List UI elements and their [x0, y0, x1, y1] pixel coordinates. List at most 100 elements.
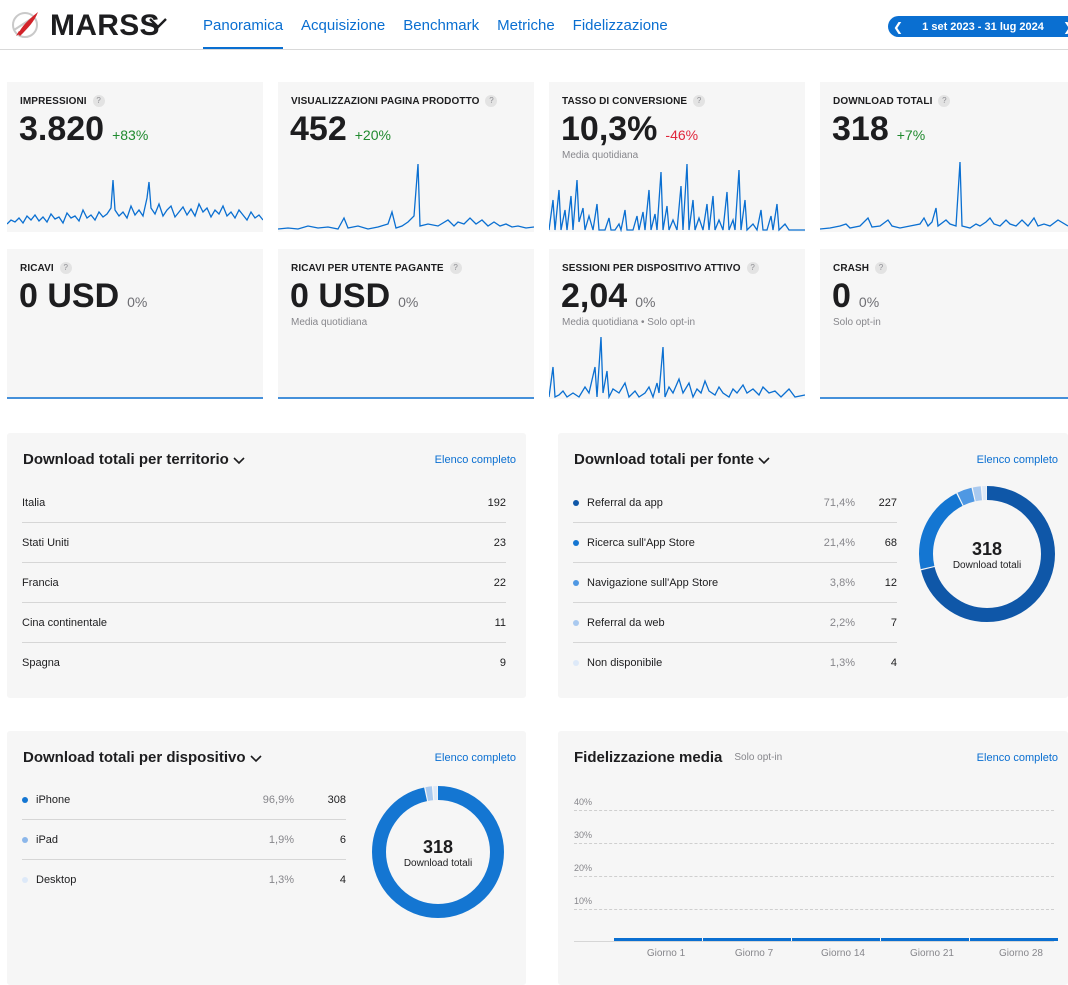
kpi-card-conversion-rate[interactable]: TASSO DI CONVERSIONE? 10,3% -46% Media qu… — [549, 82, 805, 232]
kpi-card-total-downloads[interactable]: DOWNLOAD TOTALI? 318 +7% — [820, 82, 1068, 232]
kpi-value: 452 — [290, 110, 347, 148]
kpi-sparkline — [7, 179, 263, 225]
retention-bar[interactable] — [881, 938, 969, 941]
help-icon[interactable]: ? — [485, 95, 498, 107]
list-item[interactable]: Italia 192 — [22, 483, 506, 523]
legend-dot — [573, 619, 579, 626]
kpi-card-crashes[interactable]: CRASH? 0 0% Solo opt-in — [820, 249, 1068, 399]
kpi-card-revenue-per-paying-user[interactable]: RICAVI PER UTENTE PAGANTE? 0 USD 0% Media… — [278, 249, 534, 399]
kpi-value: 0 — [832, 277, 851, 315]
kpi-sparkline — [820, 161, 1068, 230]
list-item[interactable]: Spagna 9 — [22, 643, 506, 683]
date-range-label[interactable]: 1 set 2023 - 31 lug 2024 — [908, 21, 1058, 33]
device-donut-chart[interactable]: 318 Download totali — [371, 785, 505, 919]
chevron-down-icon[interactable] — [233, 455, 245, 465]
list-item[interactable]: Ricerca sull'App Store 21,4% 68 — [573, 523, 897, 563]
list-item[interactable]: Referral da web 2,2% 7 — [573, 603, 897, 643]
kpi-sparkline — [278, 397, 534, 399]
list-item[interactable]: Stati Uniti 23 — [22, 523, 506, 563]
donut-total: 318 — [423, 837, 453, 857]
panel-subtitle: Solo opt-in — [734, 752, 783, 763]
donut-caption: Download totali — [953, 560, 1021, 571]
kpi-card-sessions-per-device[interactable]: SESSIONI PER DISPOSITIVO ATTIVO? 2,04 0% … — [549, 249, 805, 399]
previous-period-icon[interactable]: ❮ — [888, 20, 908, 34]
main-tabs: Panoramica Acquisizione Benchmark Metric… — [203, 17, 668, 49]
list-item[interactable]: Referral da app 71,4% 227 — [573, 483, 897, 523]
tab-panoramica[interactable]: Panoramica — [203, 17, 284, 49]
kpi-sparkline — [549, 336, 805, 399]
legend-dot — [22, 796, 28, 803]
help-icon[interactable]: ? — [693, 95, 706, 107]
list-item[interactable]: Non disponibile 1,3% 4 — [573, 643, 897, 683]
kpi-sparkline — [278, 163, 534, 230]
panel-title: Download totali per territorio — [23, 451, 229, 468]
kpi-delta: +83% — [112, 127, 149, 143]
kpi-label: TASSO DI CONVERSIONE — [562, 95, 688, 107]
kpi-value: 0 USD — [19, 277, 120, 315]
next-period-icon[interactable]: ❯ — [1058, 20, 1068, 34]
tab-acquisizione[interactable]: Acquisizione — [301, 17, 385, 49]
full-list-link[interactable]: Elenco completo — [435, 454, 516, 466]
help-icon[interactable]: ? — [449, 262, 462, 274]
y-tick-label: 10% — [574, 896, 593, 906]
kpi-sparkline — [7, 397, 263, 399]
help-icon[interactable]: ? — [92, 95, 105, 107]
source-donut-chart[interactable]: 318 Download totali — [918, 485, 1056, 623]
list-item[interactable]: iPad 1,9% 6 — [22, 820, 346, 860]
marss-rocket-logo-icon[interactable] — [8, 8, 42, 42]
list-item[interactable]: iPhone 96,9% 308 — [22, 780, 346, 820]
device-panel: Download totali per dispositivo Elenco c… — [7, 731, 526, 985]
help-icon[interactable]: ? — [746, 262, 759, 274]
grid-line — [574, 843, 1054, 844]
kpi-label: DOWNLOAD TOTALI — [833, 95, 933, 107]
kpi-card-impressions[interactable]: IMPRESSIONI? 3.820 +83% — [7, 82, 263, 232]
kpi-delta: +20% — [354, 127, 391, 143]
tab-metriche[interactable]: Metriche — [497, 17, 555, 49]
list-item[interactable]: Desktop 1,3% 4 — [22, 860, 346, 900]
full-list-link[interactable]: Elenco completo — [977, 454, 1058, 466]
list-item[interactable]: Francia 22 — [22, 563, 506, 603]
kpi-value: 318 — [832, 110, 889, 148]
kpi-label: IMPRESSIONI — [20, 95, 87, 107]
kpi-delta: +7% — [896, 127, 926, 143]
retention-bar[interactable] — [614, 938, 702, 941]
x-tick-label: Giorno 21 — [910, 948, 954, 959]
kpi-label: RICAVI — [20, 262, 54, 274]
kpi-sparkline — [549, 163, 805, 232]
legend-dot — [573, 539, 579, 546]
tab-benchmark[interactable]: Benchmark — [403, 17, 479, 49]
retention-bar[interactable] — [703, 938, 791, 941]
list-item[interactable]: Cina continentale 11 — [22, 603, 506, 643]
kpi-delta: -46% — [665, 127, 699, 143]
tab-fidelizzazione[interactable]: Fidelizzazione — [573, 17, 668, 49]
kpi-value: 0 USD — [290, 277, 391, 315]
kpi-delta: 0% — [635, 294, 656, 310]
x-tick-label: Giorno 28 — [999, 948, 1043, 959]
source-panel: Download totali per fonte Elenco complet… — [558, 433, 1068, 698]
kpi-label: RICAVI PER UTENTE PAGANTE — [291, 262, 444, 274]
kpi-card-revenue[interactable]: RICAVI? 0 USD 0% — [7, 249, 263, 399]
grid-line — [574, 909, 1054, 910]
full-list-link[interactable]: Elenco completo — [977, 752, 1058, 764]
chevron-down-icon[interactable] — [147, 14, 169, 32]
kpi-value: 2,04 — [561, 277, 628, 315]
y-tick-label: 30% — [574, 830, 593, 840]
retention-bar[interactable] — [970, 938, 1058, 941]
date-range-selector: ❮ 1 set 2023 - 31 lug 2024 ❯ — [888, 16, 1068, 37]
retention-bar[interactable] — [792, 938, 880, 941]
kpi-delta: 0% — [127, 294, 148, 310]
panel-title: Download totali per dispositivo — [23, 749, 246, 766]
x-tick-label: Giorno 14 — [821, 948, 865, 959]
legend-dot — [573, 660, 579, 666]
x-axis-line — [574, 941, 1054, 942]
app-name[interactable]: MARSS — [50, 9, 160, 43]
help-icon[interactable]: ? — [875, 262, 888, 274]
list-item[interactable]: Navigazione sull'App Store 3,8% 12 — [573, 563, 897, 603]
help-icon[interactable]: ? — [938, 95, 951, 107]
grid-line — [574, 810, 1054, 811]
help-icon[interactable]: ? — [59, 262, 72, 274]
chevron-down-icon[interactable] — [249, 753, 262, 763]
kpi-card-product-page-views[interactable]: VISUALIZZAZIONI PAGINA PRODOTTO? 452 +20% — [278, 82, 534, 232]
chevron-down-icon[interactable] — [758, 455, 770, 465]
full-list-link[interactable]: Elenco completo — [435, 752, 516, 764]
